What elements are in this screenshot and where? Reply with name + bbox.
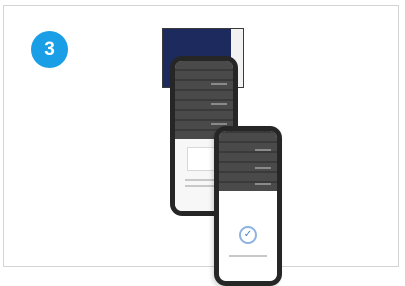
step-card: 3 ✓ [3, 5, 399, 286]
phone-list-area [219, 131, 277, 191]
front-phone: ✓ [214, 126, 282, 286]
phones-illustration: ✓ [154, 26, 289, 286]
check-circle-icon: ✓ [239, 226, 257, 244]
success-text-line [229, 255, 267, 257]
step-number-badge: 3 [31, 31, 68, 68]
